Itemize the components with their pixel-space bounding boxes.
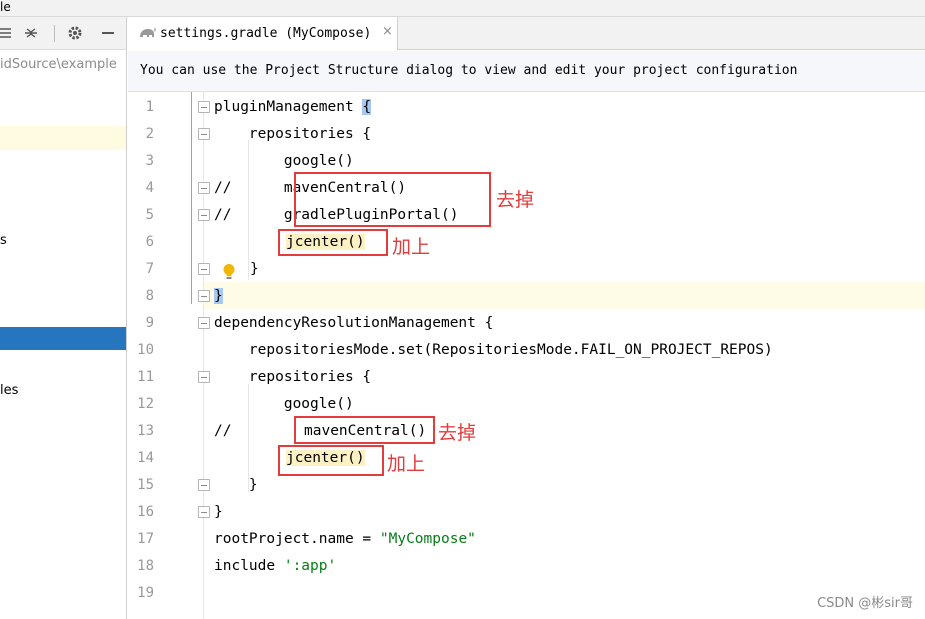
fold-marker[interactable] (198, 182, 210, 194)
line-number: 12 (137, 396, 154, 412)
line-number: 5 (145, 207, 154, 223)
current-line-highlight (128, 282, 925, 309)
fold-marker[interactable] (198, 128, 210, 140)
project-panel: idSource\example s les (0, 17, 127, 619)
code-line: google() (214, 153, 354, 169)
tree-item[interactable]: les (0, 383, 18, 398)
line-number: 16 (137, 504, 154, 520)
line-number: 9 (145, 315, 154, 331)
code-line-commented: // (214, 423, 232, 439)
line-number: 10 (137, 342, 154, 358)
fold-marker[interactable] (198, 371, 210, 383)
line-number: 6 (145, 234, 154, 250)
tree-row-selected[interactable] (0, 327, 126, 350)
code-line: repositories { (214, 126, 372, 142)
code-line: repositories { (214, 369, 372, 385)
annotation-remove: 去掉 (438, 422, 477, 444)
annotation-box-remove (294, 416, 435, 444)
matched-brace: { (362, 99, 372, 115)
line-number: 17 (137, 531, 154, 547)
line-number: 2 (145, 126, 154, 142)
code-line: rootProject.name = "MyCompose" (214, 531, 476, 547)
line-number: 11 (137, 369, 154, 385)
gradle-elephant-icon (140, 27, 156, 37)
annotation-remove: 去掉 (496, 189, 535, 211)
code-line: } (250, 261, 259, 277)
fold-range-indicator (191, 92, 192, 304)
line-number: 14 (137, 450, 154, 466)
project-path-fragment: idSource\example (0, 57, 117, 72)
project-panel-toolbar (0, 17, 126, 50)
tab-settings-gradle[interactable]: settings.gradle (MyCompose) × (128, 17, 398, 50)
annotation-box-remove (294, 172, 491, 227)
line-number: 1 (145, 99, 154, 115)
code-editor[interactable]: 1 2 3 4 5 6 7 8 9 10 11 12 13 14 15 16 1… (128, 92, 925, 619)
fold-marker[interactable] (198, 479, 210, 491)
line-number: 8 (145, 288, 154, 304)
fold-marker[interactable] (198, 209, 210, 221)
toolbar-separator (54, 25, 55, 42)
line-number: 18 (137, 558, 154, 574)
banner-text[interactable]: You can use the Project Structure dialog… (140, 63, 797, 78)
fold-marker[interactable] (198, 506, 210, 518)
menu-item-fragment[interactable]: le (0, 0, 11, 14)
menu-bar: le (0, 0, 925, 17)
expand-all-icon[interactable] (20, 22, 42, 44)
line-number: 13 (137, 423, 154, 439)
collapse-all-icon[interactable] (0, 22, 16, 44)
line-number: 3 (145, 153, 154, 169)
code-line: } (214, 504, 223, 520)
minimize-icon[interactable] (97, 22, 119, 44)
code-line: google() (214, 396, 354, 412)
gear-icon[interactable] (64, 22, 86, 44)
editor-tab-bar: settings.gradle (MyCompose) × (128, 17, 925, 50)
code-line: pluginManagement { (214, 99, 372, 115)
code-line: repositoriesMode.set(RepositoriesMode.FA… (214, 342, 773, 358)
notification-banner: You can use the Project Structure dialog… (128, 51, 925, 92)
fold-marker[interactable] (198, 263, 210, 275)
line-number: 4 (145, 180, 154, 196)
annotation-add: 加上 (392, 236, 431, 258)
line-number: 15 (137, 477, 154, 493)
annotation-add: 加上 (387, 453, 426, 475)
tab-label: settings.gradle (MyCompose) (160, 26, 372, 41)
tree-item[interactable]: s (0, 233, 7, 248)
fold-marker[interactable] (198, 290, 210, 302)
fold-marker[interactable] (198, 101, 210, 113)
code-line: } (214, 477, 258, 493)
code-line: include ':app' (214, 558, 337, 574)
line-number: 19 (137, 585, 154, 601)
tree-row-highlighted[interactable] (0, 126, 126, 150)
code-line: } (214, 288, 223, 304)
line-number: 7 (145, 261, 154, 277)
code-line: dependencyResolutionManagement { (214, 315, 494, 331)
lightbulb-icon[interactable] (222, 263, 236, 281)
annotation-box-add (278, 445, 384, 476)
fold-marker[interactable] (198, 317, 210, 329)
annotation-box-add (278, 229, 388, 256)
watermark: CSDN @彬sir哥 (817, 596, 913, 611)
close-icon[interactable]: × (382, 24, 393, 39)
